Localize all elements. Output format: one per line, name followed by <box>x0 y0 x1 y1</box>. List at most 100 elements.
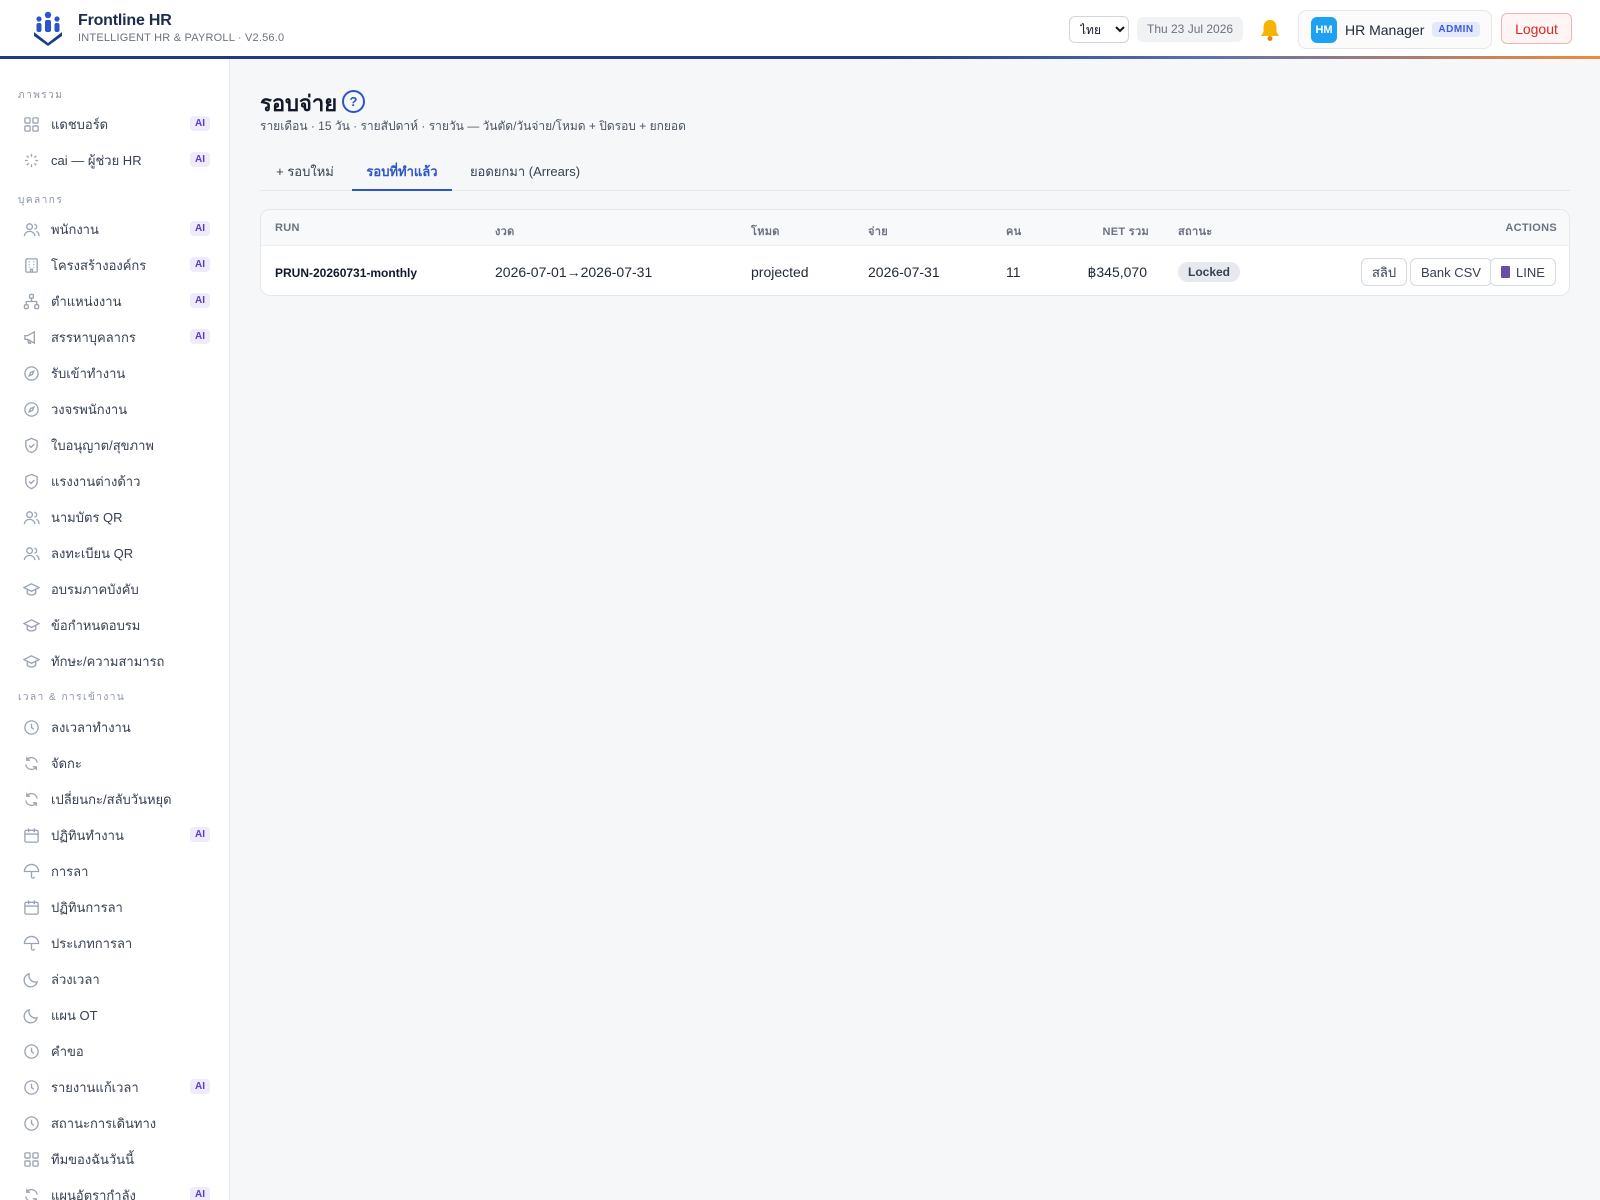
sidebar-section-title: เวลา & การเข้างาน <box>18 692 126 703</box>
sidebar-item[interactable]: ปฏิทินการลา <box>10 890 216 924</box>
sidebar-item[interactable]: นามบัตร QR <box>10 500 216 534</box>
sidebar-item-label: ลงเวลาทำงาน <box>51 719 131 735</box>
sidebar-item[interactable]: อบรมภาคบังคับ <box>10 572 216 606</box>
sidebar-item[interactable]: วงจรพนักงาน <box>10 392 216 426</box>
sidebar-item[interactable]: รับเข้าทำงาน <box>10 356 216 390</box>
sidebar-item[interactable]: ข้อกำหนดอบรม <box>10 608 216 642</box>
sidebar-item-label: โครงสร้างองค์กร <box>51 257 147 273</box>
sidebar-item[interactable]: ลงทะเบียน QR <box>10 536 216 570</box>
sidebar-item[interactable]: จัดกะ <box>10 746 216 780</box>
umbrella-icon <box>22 934 40 952</box>
sidebar-item[interactable]: ตำแหน่งงาน AI <box>10 284 216 318</box>
sidebar-item-label: ปฏิทินการลา <box>51 899 123 915</box>
phone-icon <box>1501 266 1510 278</box>
shield-icon <box>22 436 40 454</box>
table-header: RUN งวด โหมด จ่าย คน NET รวม สถานะ ACTIO… <box>261 210 1569 246</box>
sidebar-item[interactable]: การลา <box>10 854 216 888</box>
net-total: ฿345,070 <box>1087 264 1147 280</box>
graduation-cap-icon <box>22 652 40 670</box>
sidebar-item[interactable]: แดชบอร์ด AI <box>10 107 216 141</box>
run-id[interactable]: PRUN-20260731-monthly <box>275 266 417 280</box>
sidebar-item-label: ปฏิทินทำงาน <box>51 827 124 843</box>
tab-completed-runs[interactable]: รอบที่ทำแล้ว <box>352 156 452 191</box>
refresh-icon <box>22 754 40 772</box>
sidebar-item[interactable]: แผนอัตรากำลัง AI <box>10 1178 216 1200</box>
bank-csv-button-label: Bank CSV <box>1421 264 1481 280</box>
column-header-pay-date: จ่าย <box>868 226 888 238</box>
sidebar-item-label: แผน OT <box>51 1007 98 1023</box>
logout-button[interactable]: Logout <box>1501 13 1572 44</box>
megaphone-icon <box>22 328 40 346</box>
column-header-status: สถานะ <box>1178 226 1213 238</box>
sidebar-item[interactable]: เปลี่ยนกะ/สลับวันหยุด <box>10 782 216 816</box>
sidebar-item[interactable]: โครงสร้างองค์กร AI <box>10 248 216 282</box>
sidebar-item[interactable]: ปฏิทินทำงาน AI <box>10 818 216 852</box>
sidebar-item-label: การลา <box>51 863 89 879</box>
sidebar-item-label: วงจรพนักงาน <box>51 401 128 417</box>
column-header-period: งวด <box>495 226 515 238</box>
clock-icon <box>22 1078 40 1096</box>
status-badge: Locked <box>1178 262 1241 282</box>
sidebar-item[interactable]: คำขอ <box>10 1034 216 1068</box>
sidebar-item-label: รับเข้าทำงาน <box>51 365 126 381</box>
hierarchy-icon <box>22 292 40 310</box>
ai-badge: AI <box>190 152 210 167</box>
run-mode: projected <box>751 264 809 280</box>
app-subtitle: INTELLIGENT HR & PAYROLL · V2.56.0 <box>78 32 285 44</box>
tab-arrears[interactable]: ยอดยกมา (Arrears) <box>460 156 590 191</box>
ai-badge: AI <box>190 329 210 344</box>
graduation-cap-icon <box>22 616 40 634</box>
sidebar-item[interactable]: ล่วงเวลา <box>10 962 216 996</box>
sidebar-item[interactable]: ทีมของฉันวันนี้ <box>10 1142 216 1176</box>
sidebar-item[interactable]: สถานะการเดินทาง <box>10 1106 216 1140</box>
sidebar-item-label: อบรมภาคบังคับ <box>51 581 139 597</box>
sidebar-item[interactable]: ทักษะ/ความสามารถ <box>10 644 216 678</box>
bank-csv-button[interactable]: Bank CSV <box>1410 258 1492 286</box>
umbrella-icon <box>22 862 40 880</box>
sidebar-item-label: ประเภทการลา <box>51 935 133 951</box>
sidebar-item-label: แรงงานต่างด้าว <box>51 473 141 489</box>
payslip-button-label: สลิป <box>1372 264 1397 280</box>
sparkle-icon <box>22 151 40 169</box>
brand[interactable]: Frontline HR INTELLIGENT HR & PAYROLL · … <box>32 10 284 46</box>
user-menu[interactable]: HM HR Manager ADMIN <box>1298 10 1492 49</box>
refresh-icon <box>22 1186 40 1200</box>
help-icon[interactable]: ? <box>342 90 365 113</box>
sidebar-item[interactable]: ใบอนุญาต/สุขภาพ <box>10 428 216 462</box>
sidebar-item[interactable]: ลงเวลาทำงาน <box>10 710 216 744</box>
bell-icon[interactable] <box>1259 18 1281 42</box>
payroll-runs-table: RUN งวด โหมด จ่าย คน NET รวม สถานะ ACTIO… <box>260 209 1570 296</box>
sidebar-item-label: ใบอนุญาต/สุขภาพ <box>51 437 154 453</box>
tab-new-run[interactable]: + รอบใหม่ <box>260 156 350 191</box>
sidebar-item[interactable]: รายงานแก้เวลา AI <box>10 1070 216 1104</box>
sidebar-item[interactable]: สรรหาบุคลากร AI <box>10 320 216 354</box>
logo-icon <box>34 11 62 46</box>
sidebar-item-label: คำขอ <box>51 1043 84 1059</box>
sidebar-item-label: เปลี่ยนกะ/สลับวันหยุด <box>51 791 172 807</box>
line-button[interactable]: LINE <box>1490 258 1556 286</box>
sidebar-item-label: แผนอัตรากำลัง <box>51 1187 136 1200</box>
sidebar-item-label: นามบัตร QR <box>51 509 123 525</box>
clock-icon <box>22 718 40 736</box>
sidebar-item[interactable]: แรงงานต่างด้าว <box>10 464 216 498</box>
headcount: 11 <box>1006 264 1021 280</box>
sidebar-item[interactable]: แผน OT <box>10 998 216 1032</box>
page-subtitle: รายเดือน · 15 วัน · รายสัปดาห์ · รายวัน … <box>260 119 686 133</box>
clock-icon <box>22 1114 40 1132</box>
sidebar-item-label: ทักษะ/ความสามารถ <box>51 653 165 669</box>
payslip-button[interactable]: สลิป <box>1361 258 1408 286</box>
sidebar-item[interactable]: cai — ผู้ช่วย HR AI <box>10 143 216 177</box>
refresh-icon <box>22 790 40 808</box>
users-icon <box>22 508 40 526</box>
sidebar-item[interactable]: ประเภทการลา <box>10 926 216 960</box>
column-header-headcount: คน <box>1006 226 1022 238</box>
avatar: HM <box>1311 16 1337 43</box>
language-select[interactable]: ไทย <box>1069 16 1129 43</box>
ai-badge: AI <box>190 1079 210 1094</box>
ai-badge: AI <box>190 293 210 308</box>
sidebar-item[interactable]: พนักงาน AI <box>10 212 216 246</box>
sidebar-item-label: ทีมของฉันวันนี้ <box>51 1151 134 1167</box>
ai-badge: AI <box>190 116 210 131</box>
page-title: รอบจ่าย <box>260 91 338 116</box>
app-name: Frontline HR <box>78 12 172 29</box>
